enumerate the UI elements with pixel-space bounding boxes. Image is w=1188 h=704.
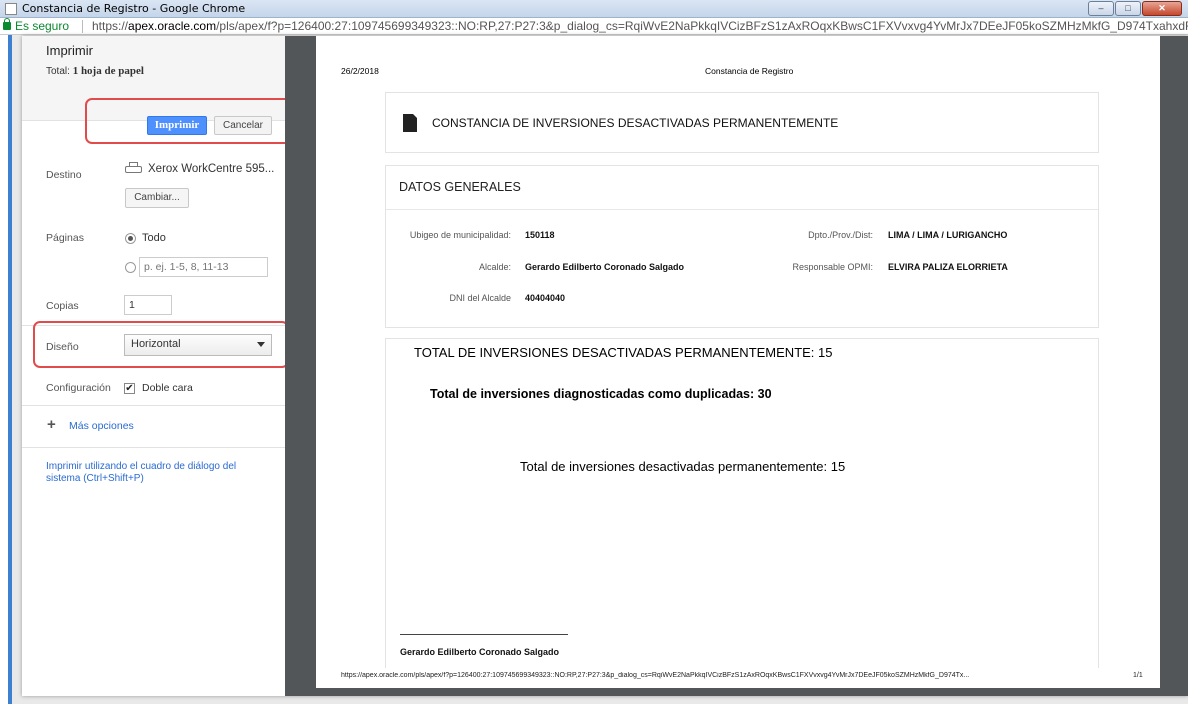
window-title: Constancia de Registro - Google Chrome [22,2,246,15]
url-path: /pls/apex/f?p=126400:27:109745699349323:… [216,19,1188,33]
signature-name: Gerardo Edilberto Coronado Salgado [400,647,560,657]
total-desactivadas-line: Total de inversiones desactivadas perman… [520,459,846,474]
alcalde-value: Gerardo Edilberto Coronado Salgado [525,262,685,272]
more-options-link[interactable]: Más opciones [69,420,134,432]
sidebar-divider [22,405,285,406]
address-bar[interactable]: Es seguro https://apex.oracle.com/pls/ap… [0,18,1188,35]
destination-label: Destino [46,169,82,181]
print-total-value: 1 hoja de papel [72,65,144,77]
pages-custom-radio[interactable] [125,262,136,273]
signature-line [400,634,568,635]
preview-page: 26/2/2018 Constancia de Registro CONSTAN… [316,36,1160,688]
window-controls: – □ ✕ [1088,1,1182,16]
highlight-print-buttons [85,98,305,144]
doc-title: CONSTANCIA DE INVERSIONES DESACTIVADAS P… [432,116,839,130]
dpto-value: LIMA / LIMA / LURIGANCHO [888,230,1008,240]
dni-label: DNI del Alcalde [449,293,511,303]
change-destination-button[interactable]: Cambiar... [125,188,189,208]
pages-label: Páginas [46,232,84,244]
window-titlebar: Constancia de Registro - Google Chrome –… [0,0,1188,18]
print-total: Total: 1 hoja de papel [46,65,144,77]
system-dialog-link[interactable]: Imprimir utilizando el cuadro de diálogo… [46,461,266,485]
pages-all-radio[interactable] [125,233,136,244]
card-divider [386,209,1098,210]
print-settings-sidebar: Imprimir Total: 1 hoja de papel Imprimir… [22,36,305,696]
url-text[interactable]: https://apex.oracle.com/pls/apex/f?p=126… [92,19,1188,33]
pages-range-input[interactable] [139,257,268,277]
lock-icon [3,18,11,30]
secure-label: Es seguro [15,19,70,33]
page-footer-number: 1/1 [1133,672,1143,679]
config-label: Configuración [46,382,111,394]
dni-value: 40404040 [525,293,566,303]
page-footer-url: https://apex.oracle.com/pls/apex/f?p=126… [341,672,970,679]
highlight-layout [33,321,289,368]
print-dialog: Imprimir Total: 1 hoja de papel Imprimir… [22,36,1188,696]
document-icon [403,113,418,132]
chrome-app-icon [5,3,17,15]
opmi-label: Responsable OPMI: [792,262,873,272]
print-total-label: Total: [46,66,70,77]
general-data-card: DATOS GENERALES Ubigeo de municipalidad:… [385,165,1099,328]
print-dialog-title: Imprimir [46,43,93,58]
plus-icon[interactable]: + [47,417,56,432]
dpto-label: Dpto./Prov./Dist: [808,230,873,240]
close-button[interactable]: ✕ [1142,1,1182,16]
copies-input[interactable] [124,295,172,315]
total-duplicadas: Total de inversiones diagnosticadas como… [430,387,772,401]
general-data-title: DATOS GENERALES [399,180,521,194]
duplex-checkbox[interactable]: ✔ [124,383,135,394]
minimize-button[interactable]: – [1088,1,1114,16]
doc-title-card: CONSTANCIA DE INVERSIONES DESACTIVADAS P… [385,92,1099,153]
page-header-title: Constancia de Registro [705,66,794,76]
printer-icon [125,162,142,176]
ubigeo-label: Ubigeo de municipalidad: [409,230,511,240]
printer-name: Xerox WorkCentre 595... [148,163,275,175]
url-host: apex.oracle.com [128,19,217,33]
pages-all-label: Todo [142,232,166,244]
address-separator [82,20,83,33]
page-edge [8,35,12,704]
page-header-date: 26/2/2018 [341,66,379,76]
duplex-label: Doble cara [142,382,193,394]
print-preview[interactable]: 26/2/2018 Constancia de Registro CONSTAN… [285,36,1188,696]
url-scheme: https:// [92,19,129,33]
total-desactivadas-heading: TOTAL DE INVERSIONES DESACTIVADAS PERMAN… [414,345,833,360]
opmi-value: ELVIRA PALIZA ELORRIETA [888,262,1008,272]
alcalde-label: Alcalde: [478,262,511,272]
sidebar-divider [22,447,285,448]
ubigeo-value: 150118 [525,230,555,240]
maximize-button[interactable]: □ [1115,1,1141,16]
copies-label: Copias [46,300,79,312]
